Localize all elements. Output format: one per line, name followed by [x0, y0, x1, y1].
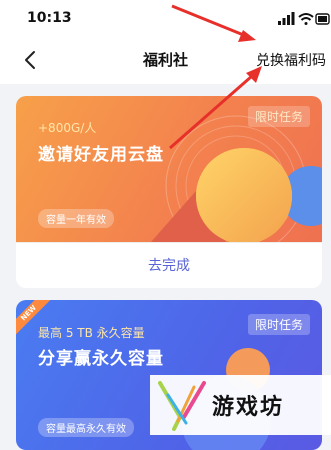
- redeem-code-link[interactable]: 兑换福利码: [256, 50, 326, 70]
- reward-text: +800G/人: [38, 121, 97, 135]
- battery-icon: [315, 13, 330, 25]
- invite-friends-card[interactable]: +800G/人 邀请好友用云盘 限时任务 容量一年有效 去完成: [16, 96, 322, 288]
- limited-task-badge: 限时任务: [247, 106, 310, 127]
- watermark: 游戏坊: [150, 375, 331, 435]
- reward-text: 最高 5 TB 永久容量: [38, 326, 145, 340]
- signal-icon: [278, 12, 295, 25]
- card-title: 分享赢永久容量: [38, 349, 164, 369]
- watermark-text: 游戏坊: [212, 395, 285, 420]
- card-title: 邀请好友用云盘: [38, 145, 164, 165]
- go-complete-button[interactable]: 去完成: [16, 242, 322, 288]
- status-bar: 10:13: [0, 0, 331, 36]
- nav-bar: 福利社 兑换福利码: [0, 36, 331, 84]
- capacity-validity: 容量最高永久有效: [38, 418, 134, 437]
- limited-task-badge: 限时任务: [247, 314, 310, 335]
- status-time: 10:13: [27, 10, 72, 26]
- status-icons: [278, 12, 330, 25]
- wifi-icon: [298, 13, 314, 25]
- watermark-logo-icon: [158, 381, 206, 431]
- card-banner: +800G/人 邀请好友用云盘 限时任务 容量一年有效: [16, 96, 322, 242]
- capacity-validity: 容量一年有效: [38, 209, 114, 228]
